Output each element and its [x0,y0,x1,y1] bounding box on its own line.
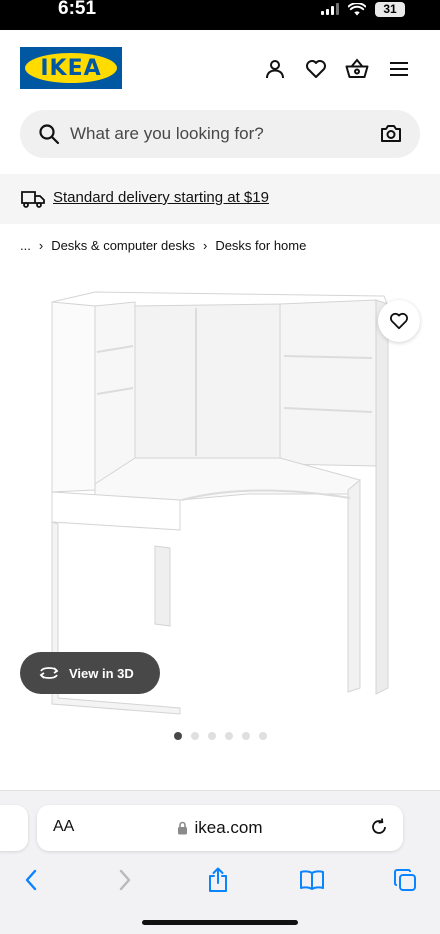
rotate-3d-icon [39,667,59,679]
address-bar[interactable]: AA ikea.com [37,805,403,851]
carousel-dot[interactable] [259,732,267,740]
home-indicator [142,920,298,925]
camera-icon[interactable] [380,123,402,143]
breadcrumb-ellipsis[interactable]: ... [20,238,31,253]
ikea-logo[interactable]: IKEA [20,47,122,89]
share-icon[interactable] [203,865,233,895]
menu-icon[interactable] [386,56,412,82]
view-in-3d-button[interactable]: View in 3D [20,652,160,694]
favorite-button[interactable] [378,300,420,342]
carousel-indicator [174,732,267,740]
logo-oval: IKEA [25,53,117,83]
carousel-dot[interactable] [174,732,182,740]
status-bar: 6:51 31 [0,0,440,30]
wifi-icon [348,2,366,15]
truck-icon [21,191,45,208]
logo-text: IKEA [40,55,102,81]
breadcrumb-item-desks-for-home[interactable]: Desks for home [215,238,306,253]
breadcrumb: ... › Desks & computer desks › Desks for… [20,238,306,253]
heart-icon [390,312,408,330]
safari-toolbar: AA ikea.com [0,790,440,934]
battery-indicator: 31 [375,1,405,17]
status-time: 6:51 [58,0,97,19]
chevron-right-icon: › [202,238,208,253]
lock-icon [178,821,188,835]
delivery-link[interactable]: Standard delivery starting at $19 [53,189,269,206]
chevron-right-icon: › [38,238,44,253]
delivery-banner: Standard delivery starting at $19 [0,174,440,224]
site-header: IKEA [0,30,440,106]
carousel-dot[interactable] [242,732,250,740]
carousel-dot[interactable] [225,732,233,740]
heart-icon[interactable] [303,56,329,82]
profile-icon[interactable] [262,56,288,82]
previous-tab-preview[interactable] [0,805,28,851]
search-input[interactable] [70,110,370,158]
carousel-dot[interactable] [191,732,199,740]
forward-icon[interactable] [110,865,140,895]
url-text: ikea.com [194,818,263,837]
bookmarks-icon[interactable] [297,865,327,895]
breadcrumb-item-desks-computer-desks[interactable]: Desks & computer desks [51,238,195,253]
url-display[interactable]: ikea.com [37,818,403,838]
view-in-3d-label: View in 3D [69,665,134,681]
signal-icon [321,3,339,15]
carousel-dot[interactable] [208,732,216,740]
status-icons: 31 [321,0,405,18]
search-icon [39,124,60,145]
basket-icon[interactable] [344,56,370,82]
reload-icon[interactable] [369,817,389,837]
back-icon[interactable] [16,865,46,895]
search-bar[interactable] [20,110,420,158]
tabs-icon[interactable] [390,865,420,895]
